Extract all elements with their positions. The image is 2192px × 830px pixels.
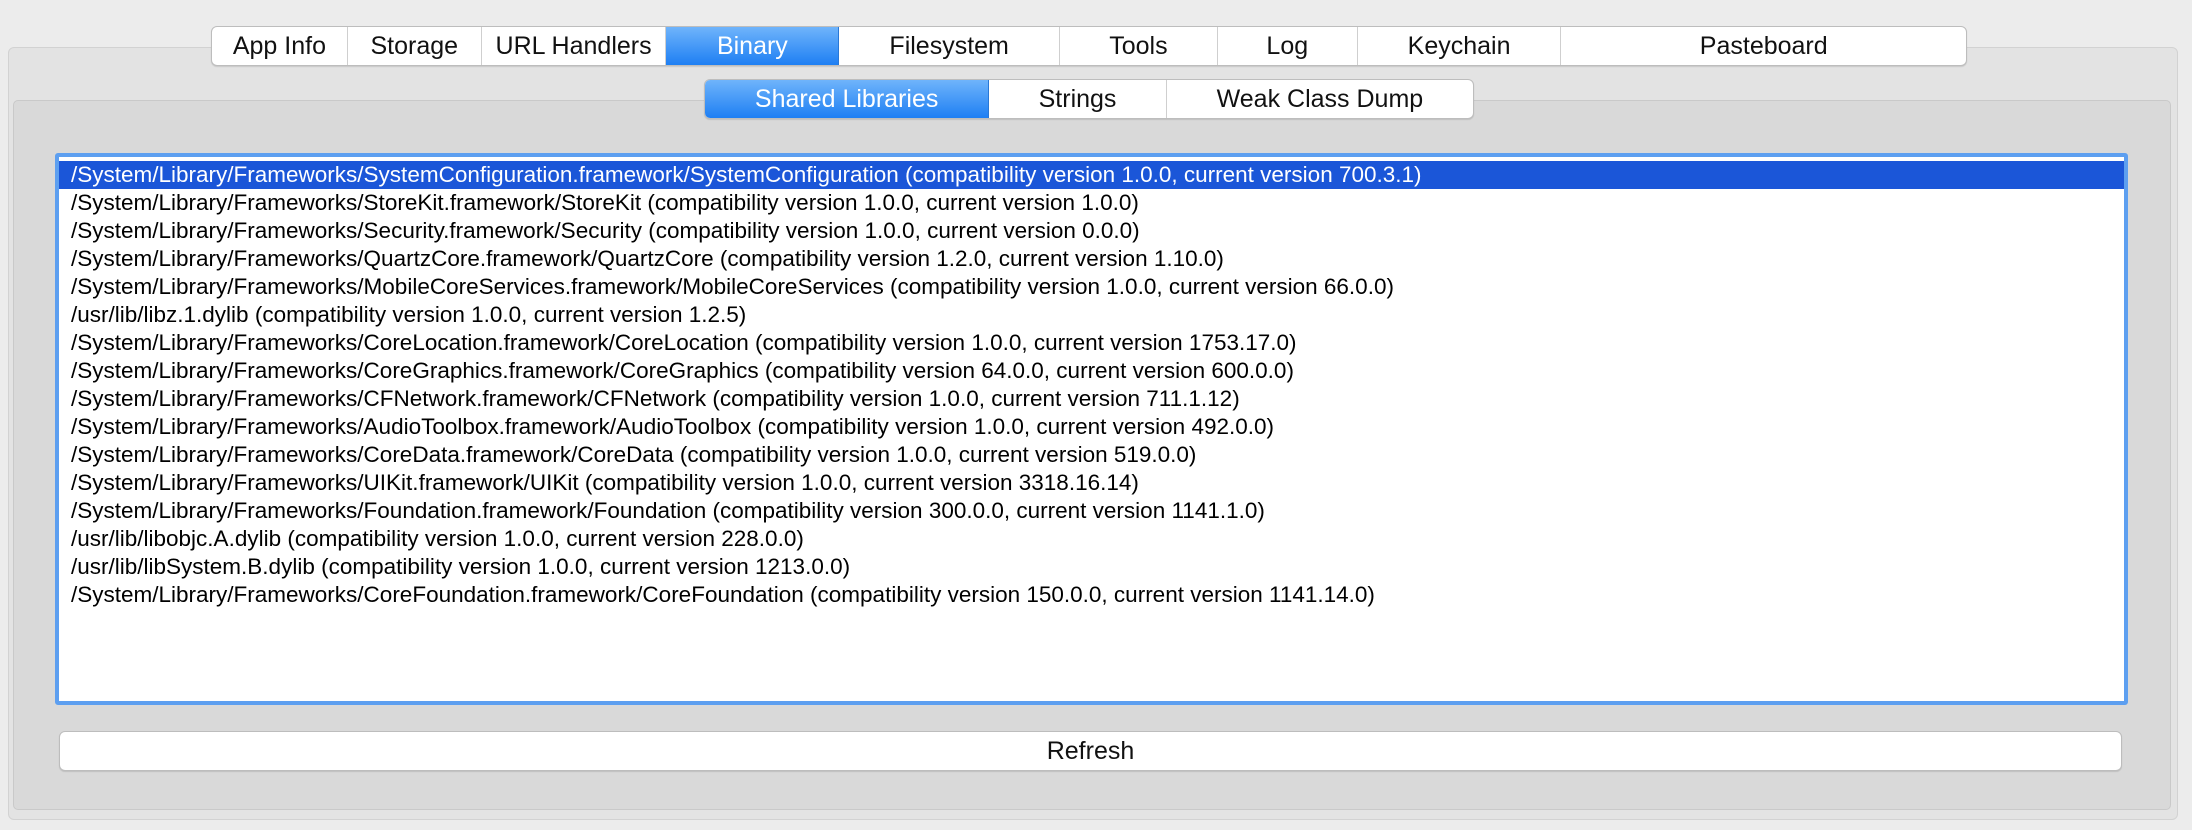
tab-log[interactable]: Log (1218, 27, 1358, 65)
library-row[interactable]: /System/Library/Frameworks/CoreGraphics.… (59, 357, 2124, 385)
library-row[interactable]: /System/Library/Frameworks/QuartzCore.fr… (59, 245, 2124, 273)
library-row[interactable]: /System/Library/Frameworks/StoreKit.fram… (59, 189, 2124, 217)
tab-pasteboard[interactable]: Pasteboard (1561, 27, 1966, 65)
library-row[interactable]: /System/Library/Frameworks/MobileCoreSer… (59, 273, 2124, 301)
tab-keychain[interactable]: Keychain (1358, 27, 1562, 65)
library-row[interactable]: /System/Library/Frameworks/CoreFoundatio… (59, 581, 2124, 609)
tab-storage[interactable]: Storage (348, 27, 482, 65)
tab-weak-class-dump[interactable]: Weak Class Dump (1167, 80, 1473, 118)
tab-filesystem[interactable]: Filesystem (839, 27, 1061, 65)
library-row[interactable]: /System/Library/Frameworks/Foundation.fr… (59, 497, 2124, 525)
library-row[interactable]: /System/Library/Frameworks/Security.fram… (59, 217, 2124, 245)
tab-strings[interactable]: Strings (989, 80, 1167, 118)
tab-shared-libraries[interactable]: Shared Libraries (705, 80, 990, 118)
library-row[interactable]: /System/Library/Frameworks/SystemConfigu… (59, 161, 2124, 189)
tab-binary[interactable]: Binary (666, 27, 840, 65)
top-tab-bar: App Info Storage URL Handlers Binary Fil… (211, 26, 1967, 66)
library-row[interactable]: /usr/lib/libz.1.dylib (compatibility ver… (59, 301, 2124, 329)
app-window: App Info Storage URL Handlers Binary Fil… (0, 0, 2192, 830)
library-row[interactable]: /usr/lib/libobjc.A.dylib (compatibility … (59, 525, 2124, 553)
library-row[interactable]: /System/Library/Frameworks/CoreLocation.… (59, 329, 2124, 357)
library-row[interactable]: /System/Library/Frameworks/AudioToolbox.… (59, 413, 2124, 441)
library-row[interactable]: /System/Library/Frameworks/CoreData.fram… (59, 441, 2124, 469)
shared-libraries-list[interactable]: /System/Library/Frameworks/SystemConfigu… (55, 153, 2128, 705)
library-row[interactable]: /usr/lib/libSystem.B.dylib (compatibilit… (59, 553, 2124, 581)
library-row[interactable]: /System/Library/Frameworks/UIKit.framewo… (59, 469, 2124, 497)
tab-tools[interactable]: Tools (1060, 27, 1218, 65)
tab-url-handlers[interactable]: URL Handlers (482, 27, 667, 65)
refresh-button[interactable]: Refresh (59, 731, 2122, 771)
tab-app-info[interactable]: App Info (212, 27, 348, 65)
sub-tab-bar: Shared Libraries Strings Weak Class Dump (704, 79, 1474, 119)
library-row[interactable]: /System/Library/Frameworks/CFNetwork.fra… (59, 385, 2124, 413)
